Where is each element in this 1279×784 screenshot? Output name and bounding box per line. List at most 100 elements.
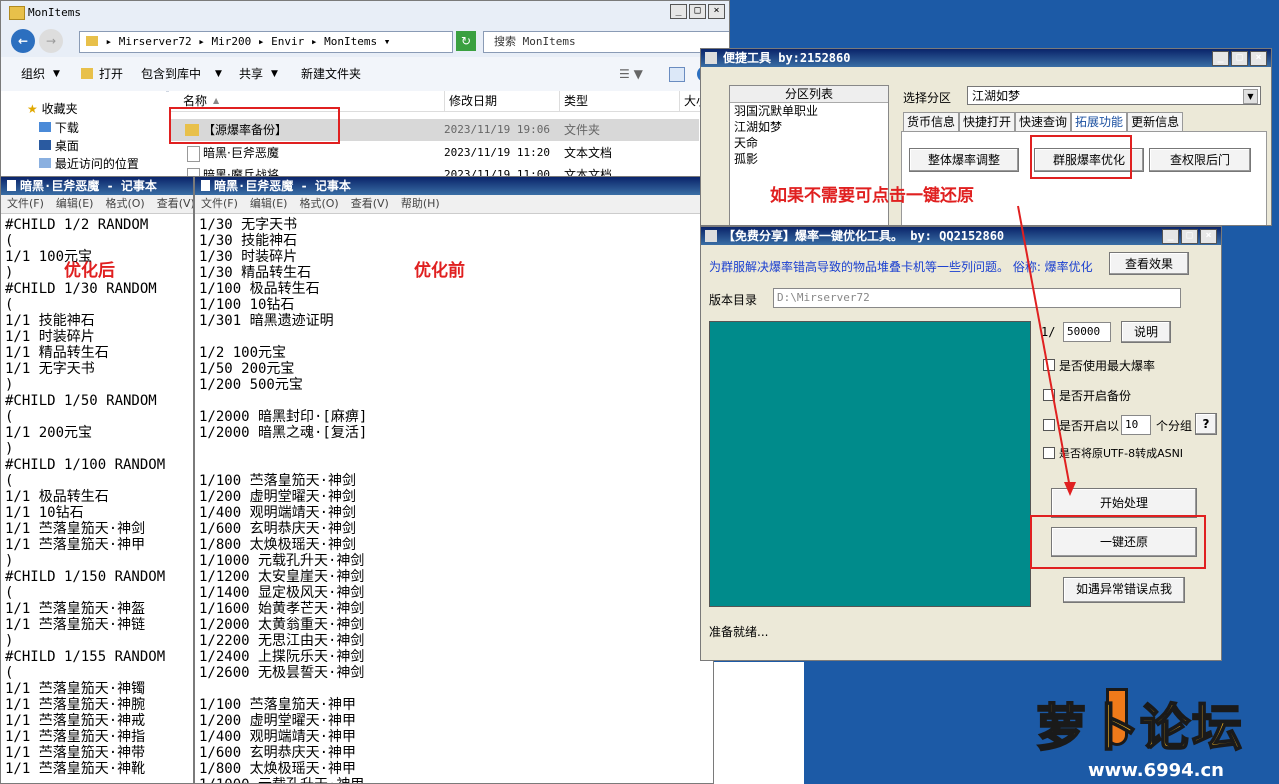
breadcrumb-item[interactable]: ▸ xyxy=(106,35,119,48)
text-line: 1/200 虚明堂曜天·神甲 xyxy=(199,713,357,729)
menu-help[interactable]: 帮助(H) xyxy=(401,195,440,213)
column-date[interactable]: 修改日期 xyxy=(444,91,497,111)
include-library-button[interactable]: 包含到库中 xyxy=(141,57,201,91)
organize-button[interactable]: 组织 xyxy=(21,57,45,91)
tab-currency[interactable]: 货币信息 xyxy=(903,112,960,132)
text-line: 1/1 苎落皇笳天·神甲 xyxy=(5,537,146,553)
explain-button[interactable]: 说明 xyxy=(1121,321,1171,343)
tab-quick-open[interactable]: 快捷打开 xyxy=(959,112,1016,132)
output-panel xyxy=(709,321,1031,607)
zone-item[interactable]: 羽国沉默单职业 xyxy=(730,103,888,119)
text-line: 1/400 观明端靖天·神甲 xyxy=(199,729,357,745)
file-date: 2023/11/19 19:06 xyxy=(444,123,550,136)
text-line: 1/100 苎落皇笳天·神剑 xyxy=(199,473,357,489)
tab-updates[interactable]: 更新信息 xyxy=(1127,112,1184,132)
breadcrumb-item[interactable]: Envir xyxy=(271,35,304,48)
text-line: 1/1 苎落皇笳天·神剑 xyxy=(5,521,146,537)
text-line: ) xyxy=(5,377,14,393)
tab-quick-query[interactable]: 快速查询 xyxy=(1015,112,1072,132)
group-count-field[interactable]: 10 xyxy=(1121,415,1151,435)
text-line: 1/1 苎落皇笳天·神靴 xyxy=(5,761,146,777)
text-line: 1/1 10钻石 xyxy=(5,505,84,521)
notepad-text-area[interactable]: #CHILD 1/2 RANDOM(1/1 100元宝) #CHILD 1/30 … xyxy=(1,214,193,783)
annotation-hint: 如果不需要可点击一键还原 xyxy=(770,186,974,206)
close-button[interactable]: × xyxy=(708,4,725,19)
zone-select[interactable]: 江湖如梦 ▼ xyxy=(967,86,1261,105)
search-input[interactable]: 搜索 MonItems xyxy=(483,31,729,53)
zone-item[interactable]: 江湖如梦 xyxy=(730,119,888,135)
notepad-icon xyxy=(7,180,16,191)
chevron-down-icon: ▼ xyxy=(1243,89,1258,104)
window-controls: _ □ × xyxy=(1162,229,1217,244)
nav-item-downloads[interactable]: 下载 xyxy=(39,119,79,136)
close-button[interactable]: × xyxy=(1250,51,1267,66)
minimize-button[interactable]: _ xyxy=(1162,229,1179,244)
search-placeholder: 搜索 MonItems xyxy=(494,35,576,48)
menu-edit[interactable]: 编辑(E) xyxy=(250,195,288,213)
dir-label: 版本目录 xyxy=(709,293,758,307)
preview-pane-icon[interactable] xyxy=(669,67,685,82)
menu-edit[interactable]: 编辑(E) xyxy=(56,195,94,213)
breadcrumb-item[interactable]: Mirserver72 xyxy=(119,35,192,48)
text-line: ( xyxy=(5,297,14,313)
text-line: ) xyxy=(5,441,14,457)
back-button[interactable]: ← xyxy=(11,29,35,53)
text-line: 1/301 暗黑遗迹证明 xyxy=(199,313,334,329)
refresh-button[interactable]: ↻ xyxy=(456,31,476,51)
overall-rate-button[interactable]: 整体爆率调整 xyxy=(909,148,1019,172)
highlight-box xyxy=(169,107,340,144)
text-line: 1/1 200元宝 xyxy=(5,425,93,441)
text-line: 1/1600 始黄孝芒天·神剑 xyxy=(199,601,365,617)
maximize-button[interactable]: □ xyxy=(689,4,706,19)
column-type[interactable]: 类型 xyxy=(559,91,588,111)
share-button[interactable]: 共享 xyxy=(239,57,263,91)
text-line: 1/2000 暗黑之魂·[复活] xyxy=(199,425,368,441)
text-line: 1/1 时装碎片 xyxy=(5,329,95,345)
open-button[interactable]: 打开 xyxy=(99,57,123,91)
group-help-button[interactable]: ? xyxy=(1195,413,1217,435)
menu-file[interactable]: 文件(F) xyxy=(201,195,238,213)
breadcrumb-item[interactable]: MonItems xyxy=(324,35,377,48)
menu-format[interactable]: 格式(O) xyxy=(299,195,338,213)
forward-button[interactable]: → xyxy=(39,29,63,53)
close-button[interactable]: × xyxy=(1200,229,1217,244)
window-controls: _ □ × xyxy=(670,4,725,19)
nav-item-label: 最近访问的位置 xyxy=(54,157,139,171)
text-line xyxy=(199,681,709,697)
zone-item[interactable]: 孤影 xyxy=(730,151,888,167)
report-error-button[interactable]: 如遇异常错误点我 xyxy=(1063,577,1185,603)
chevron-down-icon: ▼ xyxy=(271,69,278,79)
menu-format[interactable]: 格式(O) xyxy=(105,195,144,213)
quicktool-title: 便捷工具 by:2152860 xyxy=(723,51,851,65)
text-line: 1/30 无字天书 xyxy=(199,217,298,233)
text-line: 1/1 苎落皇笳天·神戒 xyxy=(5,713,146,729)
minimize-button[interactable]: _ xyxy=(670,4,687,19)
menu-view[interactable]: 查看(V) xyxy=(351,195,389,213)
optimizer-titlebar: 【免费分享】爆率一键优化工具。 by: QQ2152860 _ □ × xyxy=(701,227,1221,245)
nav-item-desktop[interactable]: 桌面 xyxy=(39,137,79,154)
file-row[interactable]: 暗黑·巨斧恶魔 2023/11/19 11:20 文本文档 xyxy=(169,142,699,164)
text-line: 1/1400 显定极风天·神剑 xyxy=(199,585,365,601)
nav-pane: ★ 收藏夹 下载 桌面 最近访问的位置 xyxy=(1,91,166,179)
menu-view[interactable]: 查看(V) xyxy=(157,195,193,213)
view-options-icon[interactable]: ☰ ▼ xyxy=(619,57,643,91)
maximize-button[interactable]: □ xyxy=(1181,229,1198,244)
new-folder-button[interactable]: 新建文件夹 xyxy=(301,57,361,91)
text-line: 1/1 苎落皇笳天·神带 xyxy=(5,745,146,761)
breadcrumb-item[interactable]: Mir200 xyxy=(211,35,251,48)
view-effect-button[interactable]: 查看效果 xyxy=(1109,252,1189,275)
dir-field[interactable]: D:\Mirserver72 xyxy=(773,288,1181,308)
text-line: 1/1 苎落皇笳天·神链 xyxy=(5,617,146,633)
notepad-text-area[interactable]: 1/30 无字天书 1/30 技能神石 1/30 时装碎片 1/30 精品转生石 1/1… xyxy=(195,214,713,783)
maximize-button[interactable]: □ xyxy=(1231,51,1248,66)
nav-item-recent[interactable]: 最近访问的位置 xyxy=(39,155,139,172)
check-backdoor-button[interactable]: 查权限后门 xyxy=(1149,148,1251,172)
zone-item[interactable]: 天命 xyxy=(730,135,888,151)
tab-extensions[interactable]: 拓展功能 xyxy=(1071,112,1128,132)
menu-file[interactable]: 文件(F) xyxy=(7,195,44,213)
minimize-button[interactable]: _ xyxy=(1212,51,1229,66)
quicktool-titlebar: 便捷工具 by:2152860 _ □ × xyxy=(701,49,1271,67)
nav-item-favorites[interactable]: ★ 收藏夹 xyxy=(27,100,78,117)
address-bar[interactable]: ▸ Mirserver72 ▸ Mir200 ▸ Envir ▸ MonItem… xyxy=(79,31,453,53)
text-line: ( xyxy=(5,233,14,249)
